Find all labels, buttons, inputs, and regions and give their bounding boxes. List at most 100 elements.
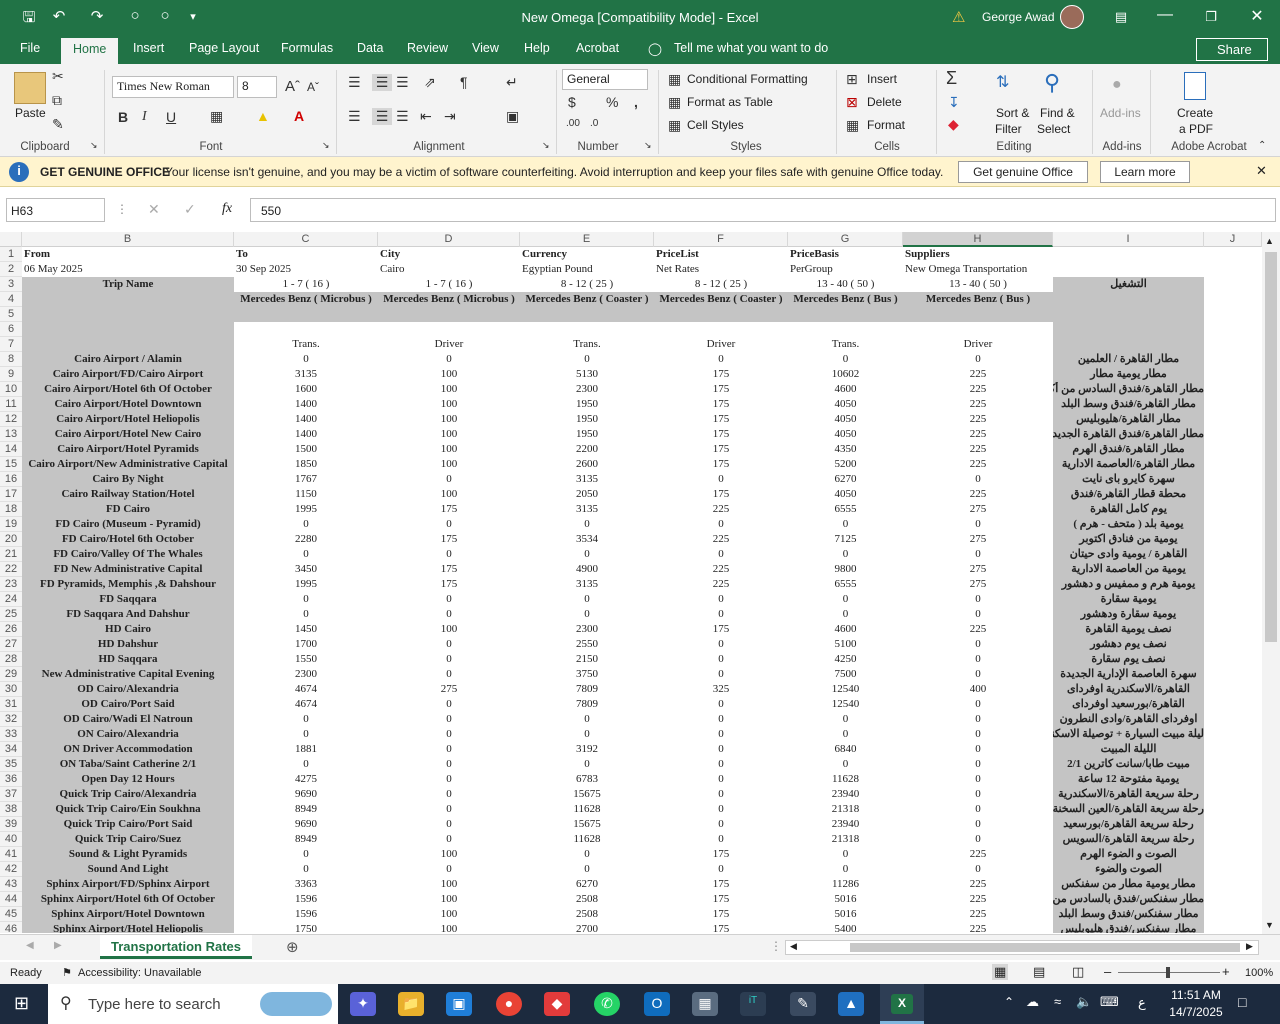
header-value[interactable]: Egyptian Pound (520, 262, 654, 277)
vehicle-header[interactable]: Mercedes Benz ( Microbus ) (378, 292, 520, 307)
sort-filter-label-1[interactable]: Sort & (996, 106, 1029, 120)
rate-cell[interactable]: 0 (654, 652, 788, 667)
rate-cell[interactable]: 175 (654, 457, 788, 472)
rtl-icon[interactable]: ¶ (460, 74, 468, 90)
trip-name-cell[interactable]: Cairo Airport/Hotel Downtown (22, 397, 234, 412)
cost-type-header[interactable]: Driver (654, 337, 788, 352)
rate-cell[interactable]: 1995 (234, 502, 378, 517)
rate-cell[interactable]: 225 (654, 577, 788, 592)
rate-cell[interactable]: 4674 (234, 682, 378, 697)
rate-cell[interactable]: 0 (520, 862, 654, 877)
cost-type-header[interactable]: Trans. (234, 337, 378, 352)
arabic-trip-name-cell[interactable]: يومية سقارة (1053, 592, 1204, 607)
rate-cell[interactable]: 0 (903, 712, 1053, 727)
rate-cell[interactable]: 1750 (234, 922, 378, 933)
align-left-icon[interactable]: ☰ (348, 108, 361, 125)
rate-cell[interactable]: 225 (654, 532, 788, 547)
tab-review[interactable]: Review (407, 41, 448, 55)
next-sheet-icon[interactable]: ▶ (54, 940, 62, 951)
rate-cell[interactable]: 0 (903, 652, 1053, 667)
rate-cell[interactable]: 225 (903, 382, 1053, 397)
rate-cell[interactable]: 0 (903, 787, 1053, 802)
trip-name-cell[interactable]: HD Dahshur (22, 637, 234, 652)
rate-cell[interactable]: 0 (520, 547, 654, 562)
taskbar-search-box[interactable]: ⚲ Type here to search (48, 984, 338, 1024)
row-header[interactable]: 29 (0, 667, 22, 682)
rate-cell[interactable]: 1600 (234, 382, 378, 397)
trip-name-cell[interactable]: Sphinx Airport/Hotel 6th Of October (22, 892, 234, 907)
arabic-trip-name-cell[interactable]: مطار القاهرة/فندق الهرم (1053, 442, 1204, 457)
column-header-e[interactable]: E (520, 232, 654, 247)
trip-name-cell[interactable]: Open Day 12 Hours (22, 772, 234, 787)
ribbon-display-icon[interactable]: ▤ (1106, 9, 1136, 25)
row-header[interactable]: 30 (0, 682, 22, 697)
cut-icon[interactable]: ✂ (52, 68, 64, 85)
row-header[interactable]: 2 (0, 262, 22, 277)
rate-cell[interactable]: 0 (378, 607, 520, 622)
rate-cell[interactable]: 0 (654, 712, 788, 727)
trip-name-header[interactable]: Trip Name (22, 277, 234, 292)
borders-icon[interactable]: ▦ (210, 108, 223, 125)
rate-cell[interactable]: 275 (903, 532, 1053, 547)
rate-cell[interactable]: 0 (903, 742, 1053, 757)
copilot-icon[interactable]: ✦ (350, 992, 376, 1016)
volume-icon[interactable]: 🔈 (1076, 994, 1092, 1010)
user-name[interactable]: George Awad (982, 10, 1055, 24)
rate-cell[interactable]: 21318 (788, 832, 903, 847)
rate-cell[interactable]: 225 (903, 847, 1053, 862)
rate-cell[interactable]: 15675 (520, 817, 654, 832)
scroll-down-icon[interactable]: ▼ (1265, 920, 1274, 930)
rate-cell[interactable]: 4050 (788, 427, 903, 442)
cost-type-header[interactable]: Trans. (788, 337, 903, 352)
vertical-scrollbar[interactable]: ▲ ▼ (1262, 232, 1280, 934)
arabic-trip-name-cell[interactable]: مطار القاهرة/فندق القاهرة الجديدة (1053, 427, 1204, 442)
increase-decimal-icon[interactable]: .00 (566, 118, 580, 129)
clock-time[interactable]: 11:51 AM (1168, 988, 1224, 1002)
trip-name-cell[interactable]: Quick Trip Cairo/Suez (22, 832, 234, 847)
row-header[interactable]: 19 (0, 517, 22, 532)
rate-cell[interactable]: 3135 (520, 472, 654, 487)
rate-cell[interactable]: 15675 (520, 787, 654, 802)
trip-name-cell[interactable]: Cairo Airport/Hotel Pyramids (22, 442, 234, 457)
rate-cell[interactable]: 0 (234, 547, 378, 562)
align-right-icon[interactable]: ☰ (396, 108, 409, 125)
excel-taskbar-icon[interactable]: X (880, 984, 924, 1024)
rate-cell[interactable]: 23940 (788, 817, 903, 832)
language-indicator[interactable]: ع (1138, 995, 1146, 1011)
rate-cell[interactable]: 225 (903, 397, 1053, 412)
rate-cell[interactable]: 0 (520, 727, 654, 742)
rate-cell[interactable]: 6555 (788, 502, 903, 517)
rate-cell[interactable]: 0 (234, 757, 378, 772)
number-launcher-icon[interactable]: ↘ (644, 140, 652, 151)
rate-cell[interactable]: 4900 (520, 562, 654, 577)
vehicle-header[interactable]: Mercedes Benz ( Coaster ) (654, 292, 788, 307)
orientation-icon[interactable]: ⇗ (424, 74, 436, 91)
clock-date[interactable]: 14/7/2025 (1166, 1005, 1226, 1019)
windows-start-icon[interactable]: ⊞ (14, 993, 29, 1014)
row-header[interactable]: 28 (0, 652, 22, 667)
rate-cell[interactable]: 7500 (788, 667, 903, 682)
rate-cell[interactable]: 0 (378, 637, 520, 652)
rate-cell[interactable]: 0 (654, 757, 788, 772)
rate-cell[interactable]: 5130 (520, 367, 654, 382)
rate-cell[interactable]: 6840 (788, 742, 903, 757)
rate-cell[interactable]: 0 (788, 757, 903, 772)
rate-cell[interactable]: 3363 (234, 877, 378, 892)
row-header[interactable]: 5 (0, 307, 22, 322)
rate-cell[interactable]: 225 (903, 877, 1053, 892)
column-header-b[interactable]: B (22, 232, 234, 247)
rate-cell[interactable]: 100 (378, 427, 520, 442)
rate-cell[interactable]: 11628 (520, 802, 654, 817)
scroll-right-icon[interactable]: ▶ (1246, 941, 1253, 952)
column-header-c[interactable]: C (234, 232, 378, 247)
trip-name-cell[interactable]: Quick Trip Cairo/Alexandria (22, 787, 234, 802)
clear-icon[interactable]: ◆ (948, 116, 959, 133)
tab-acrobat[interactable]: Acrobat (576, 41, 619, 55)
rate-cell[interactable]: 9800 (788, 562, 903, 577)
rate-cell[interactable]: 100 (378, 367, 520, 382)
header-label[interactable]: To (234, 247, 378, 262)
align-top-icon[interactable]: ☰ (348, 74, 361, 91)
row-header[interactable]: 43 (0, 877, 22, 892)
scroll-left-icon[interactable]: ◀ (790, 941, 797, 952)
rate-cell[interactable]: 6270 (788, 472, 903, 487)
